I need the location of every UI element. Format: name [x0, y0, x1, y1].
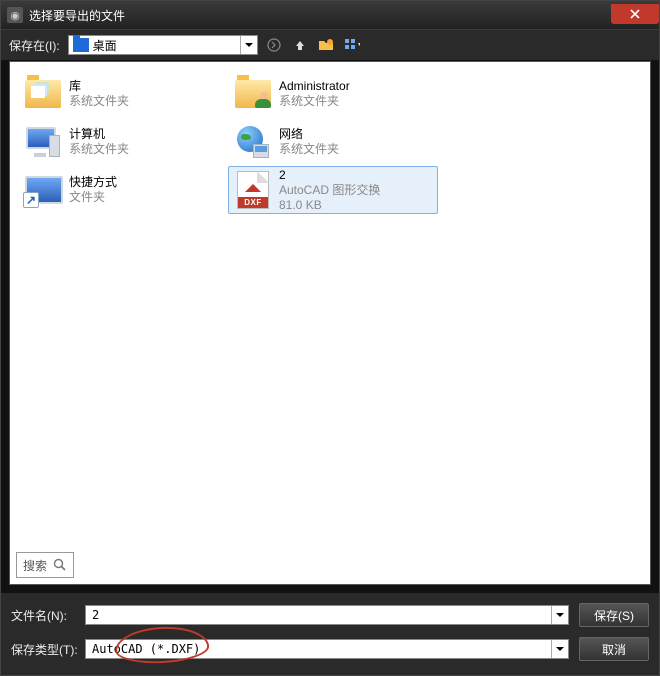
export-file-dialog: ◉ 选择要导出的文件 保存在(I): 桌面 库系统文件夹: [0, 0, 660, 676]
location-text: 桌面: [93, 37, 240, 54]
item-name: Administrator: [279, 79, 350, 94]
filetype-value: AutoCAD (*.DXF): [86, 642, 551, 656]
item-sub: AutoCAD 图形交换: [279, 183, 380, 198]
bottom-panel: 文件名(N): 2 保存(S) 保存类型(T): AutoCAD (*.DXF)…: [1, 593, 659, 675]
shortcut-folder-icon: ↗: [23, 170, 63, 210]
up-one-level-icon[interactable]: [292, 37, 308, 53]
chevron-down-icon[interactable]: [551, 606, 568, 624]
save-in-label: 保存在(I):: [9, 37, 60, 54]
list-item[interactable]: Administrator系统文件夹: [228, 70, 438, 118]
filetype-label: 保存类型(T):: [11, 641, 75, 658]
computer-icon: [23, 122, 63, 162]
item-sub: 系统文件夹: [279, 142, 339, 157]
back-icon[interactable]: [266, 37, 282, 53]
item-sub: 系统文件夹: [279, 94, 350, 109]
file-list[interactable]: 库系统文件夹 Administrator系统文件夹 计算机系统文件夹 网络系统文…: [10, 62, 650, 546]
item-sub: 系统文件夹: [69, 142, 129, 157]
content-area: 库系统文件夹 Administrator系统文件夹 计算机系统文件夹 网络系统文…: [9, 61, 651, 585]
item-size: 81.0 KB: [279, 198, 380, 213]
app-icon: ◉: [7, 7, 23, 23]
list-item[interactable]: 库系统文件夹: [18, 70, 228, 118]
search-icon: [53, 558, 67, 572]
new-folder-icon[interactable]: [318, 37, 334, 53]
cancel-button[interactable]: 取消: [579, 637, 649, 661]
toolbar: 保存在(I): 桌面: [1, 29, 659, 61]
list-item[interactable]: 网络系统文件夹: [228, 118, 438, 166]
list-item[interactable]: 计算机系统文件夹: [18, 118, 228, 166]
system-buttons: [611, 7, 659, 24]
chevron-down-icon[interactable]: [551, 640, 568, 658]
network-icon: [233, 122, 273, 162]
window-title: 选择要导出的文件: [29, 7, 611, 24]
titlebar[interactable]: ◉ 选择要导出的文件: [1, 1, 659, 29]
filename-row: 文件名(N): 2 保存(S): [11, 603, 649, 627]
filename-input[interactable]: 2: [85, 605, 569, 625]
list-item[interactable]: ↗ 快捷方式文件夹: [18, 166, 228, 214]
item-name: 计算机: [69, 127, 129, 142]
toolbar-icons: [266, 37, 360, 53]
item-name: 快捷方式: [69, 175, 117, 190]
search-bar: 搜索: [10, 546, 650, 584]
filename-value: 2: [86, 608, 551, 622]
view-menu-icon[interactable]: [344, 37, 360, 53]
libraries-icon: [23, 74, 63, 114]
user-folder-icon: [233, 74, 273, 114]
save-button[interactable]: 保存(S): [579, 603, 649, 627]
item-sub: 文件夹: [69, 190, 117, 205]
item-name: 2: [279, 168, 380, 183]
location-combo[interactable]: 桌面: [68, 35, 258, 55]
item-sub: 系统文件夹: [69, 94, 129, 109]
chevron-down-icon[interactable]: [240, 36, 257, 54]
item-name: 网络: [279, 127, 339, 142]
search-button[interactable]: 搜索: [16, 552, 74, 578]
filename-label: 文件名(N):: [11, 607, 75, 624]
filetype-combo[interactable]: AutoCAD (*.DXF): [85, 639, 569, 659]
search-label: 搜索: [23, 557, 47, 574]
item-name: 库: [69, 79, 129, 94]
close-button[interactable]: [611, 4, 659, 24]
dxf-file-icon: DXF: [233, 170, 273, 210]
desktop-icon: [73, 38, 89, 52]
filetype-row: 保存类型(T): AutoCAD (*.DXF) 取消: [11, 637, 649, 661]
list-item-selected[interactable]: DXF 2AutoCAD 图形交换81.0 KB: [228, 166, 438, 214]
